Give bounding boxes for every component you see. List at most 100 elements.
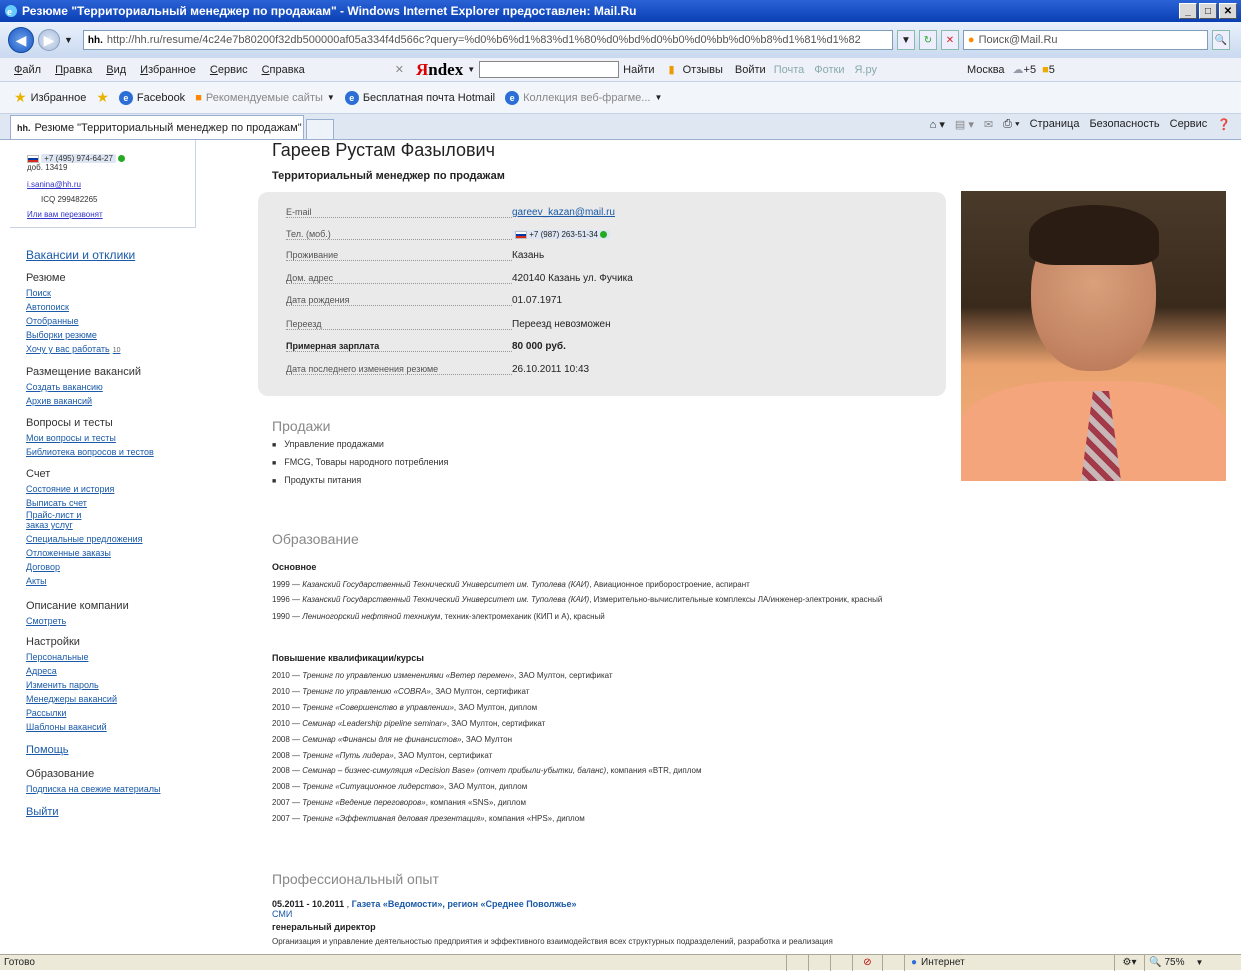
menu-help[interactable]: Справка xyxy=(262,64,305,76)
call-icon[interactable] xyxy=(600,231,608,239)
course-name: Тренинг по управлению изменениями «Ветер… xyxy=(302,671,515,680)
privacy-icon[interactable]: ⊘ xyxy=(852,954,882,971)
course-name: Тренинг «Совершенство в управлении» xyxy=(302,702,454,712)
city-label[interactable]: Москва xyxy=(967,64,1005,76)
nav-help: Помощь xyxy=(26,744,69,758)
nav-subscribe-link[interactable]: Подписка на свежие материалы xyxy=(26,782,160,796)
nav-personal-link[interactable]: Персональные xyxy=(26,650,117,664)
nav-search-link[interactable]: Поиск xyxy=(26,286,121,300)
nav-tests-library-link[interactable]: Библиотека вопросов и тестов xyxy=(26,445,154,459)
manager-icq: ICQ 299482265 xyxy=(41,195,98,204)
menu-tools[interactable]: Сервис xyxy=(210,64,248,76)
add-favorites-button[interactable]: ★ xyxy=(96,89,109,106)
nav-invoice-link[interactable]: Выписать счет xyxy=(26,496,143,510)
close-toolbar-icon[interactable]: ✕ xyxy=(395,63,404,76)
favorites-bar: ★ Избранное ★ e Facebook ■ Рекомендуемые са… xyxy=(0,82,1241,114)
manager-email-link[interactable]: i.sanina@hh.ru xyxy=(27,180,81,189)
menu-edit[interactable]: Правка xyxy=(55,64,92,76)
back-button[interactable]: ◀ xyxy=(8,27,34,53)
minimize-button[interactable]: _ xyxy=(1179,3,1197,19)
search-input[interactable]: ● Поиск@Mail.Ru xyxy=(962,30,1208,50)
dropdown-icon: ▼ xyxy=(654,93,663,102)
nav-managers-link[interactable]: Менеджеры вакансий xyxy=(26,692,117,706)
edu-year: 1999 — xyxy=(272,580,303,589)
nav-special-offers-link[interactable]: Специальные предложения xyxy=(26,532,143,546)
email-link[interactable]: gareev_kazan@mail.ru xyxy=(512,207,615,218)
nav-deferred-link[interactable]: Отложенные заказы xyxy=(26,546,143,560)
nav-password-link[interactable]: Изменить пароль xyxy=(26,678,117,692)
forward-button[interactable]: ▶ xyxy=(38,29,60,51)
fav-facebook[interactable]: e Facebook xyxy=(118,90,185,105)
callback-link[interactable]: Или вам перезвонят xyxy=(27,210,103,219)
fav-hotmail[interactable]: e Бесплатная почта Hotmail xyxy=(344,90,495,105)
nav-templates-link[interactable]: Шаблоны вакансий xyxy=(26,720,117,734)
command-bar: ⌂ ▾ ▤ ▾ ✉ ⎙ ▾ Страница Безопасность Серв… xyxy=(930,118,1231,131)
nav-order-link[interactable]: заказ услуг xyxy=(26,520,143,530)
fav-recommended[interactable]: ■ Рекомендуемые сайты ▼ xyxy=(195,92,335,104)
zoom-control[interactable]: 🔍 75% ▼ xyxy=(1144,954,1241,971)
tab-resume[interactable]: hh. Резюме "Территориальный менеджер по … xyxy=(10,115,304,139)
ie-page-icon: e xyxy=(344,90,359,105)
course-year: 2008 — xyxy=(272,766,303,776)
menu-view[interactable]: Вид xyxy=(106,64,126,76)
yaru-button[interactable]: Я.ру xyxy=(854,64,877,76)
menu-file[interactable]: Файл xyxy=(14,64,41,76)
address-dropdown-button[interactable]: ▼ xyxy=(896,30,915,50)
print-icon[interactable]: ⎙ ▾ xyxy=(1003,118,1019,131)
nav-resume-sets-link[interactable]: Выборки резюме xyxy=(26,328,121,342)
yandex-find-button[interactable]: Найти xyxy=(623,64,654,76)
refresh-button[interactable]: ↻ xyxy=(918,30,937,50)
call-icon[interactable] xyxy=(118,155,126,163)
reviews-button[interactable]: Отзывы xyxy=(683,64,723,76)
history-dropdown-icon[interactable]: ▼ xyxy=(64,35,73,45)
vacancies-link[interactable]: Вакансии и отклики xyxy=(26,248,135,262)
nav-mailings-link[interactable]: Рассылки xyxy=(26,706,117,720)
nav-view-company-link[interactable]: Смотреть xyxy=(26,614,129,628)
yandex-dropdown-icon[interactable]: ▼ xyxy=(467,65,475,74)
feeds-icon[interactable]: ▤ ▾ xyxy=(955,118,974,131)
star-icon: ★ xyxy=(14,89,27,105)
info-row-updated: Дата последнего изменения резюме 26.10.20… xyxy=(286,364,936,375)
fav-webslices[interactable]: e Коллекция веб-фрагме... ▼ xyxy=(505,90,663,105)
maximize-button[interactable]: □ xyxy=(1199,3,1217,19)
mail-button[interactable]: Почта xyxy=(774,64,805,76)
nav-education-section: Образование Подписка на свежие материалы xyxy=(26,768,160,796)
info-row-phone: Тел. (моб.) +7 (987) 263-51-34 xyxy=(286,229,936,240)
help-icon[interactable]: ❓ xyxy=(1217,118,1231,131)
favorites-button[interactable]: ★ Избранное xyxy=(14,89,86,106)
nav-contract-link[interactable]: Договор xyxy=(26,560,143,574)
login-button[interactable]: Войти xyxy=(735,64,766,76)
info-value: 26.10.2011 10:43 xyxy=(512,364,590,375)
service-menu[interactable]: Сервис xyxy=(1170,118,1208,131)
nav-my-tests-link[interactable]: Мои вопросы и тесты xyxy=(26,431,154,445)
page-menu[interactable]: Страница xyxy=(1030,118,1080,131)
nav-selected-link[interactable]: Отобранные xyxy=(26,314,121,328)
experience-company-link[interactable]: Газета «Ведомости», регион «Среднее Пово… xyxy=(352,899,577,909)
nav-autosearch-link[interactable]: Автопоиск xyxy=(26,300,121,314)
home-icon[interactable]: ⌂ ▾ xyxy=(930,118,945,131)
protected-mode-icon[interactable]: ⚙▾ xyxy=(1114,954,1144,971)
nav-addresses-link[interactable]: Адреса xyxy=(26,664,117,678)
nav-account-state-link[interactable]: Состояние и история xyxy=(26,482,143,496)
stop-button[interactable]: ✕ xyxy=(940,30,959,50)
yandex-search-input[interactable] xyxy=(479,61,620,78)
address-input[interactable]: hh. http://hh.ru/resume/4c24e7b80200f32d… xyxy=(82,30,893,50)
tab-favicon: hh. xyxy=(17,122,31,133)
nav-create-vacancy-link[interactable]: Создать вакансию xyxy=(26,380,141,394)
menu-favorites[interactable]: Избранное xyxy=(140,64,196,76)
education-section-title: Образование xyxy=(272,531,359,547)
security-menu[interactable]: Безопасность xyxy=(1089,118,1159,131)
nav-want-work-link[interactable]: Хочу у вас работать 10 xyxy=(26,342,121,358)
close-button[interactable]: ✕ xyxy=(1219,3,1237,19)
mailru-search-icon: ● xyxy=(967,34,975,46)
help-link[interactable]: Помощь xyxy=(26,744,69,756)
suggested-sites-icon: ■ xyxy=(195,91,202,104)
nav-pricelist-link[interactable]: Прайс-лист и xyxy=(26,510,143,520)
logout-link[interactable]: Выйти xyxy=(26,806,59,818)
nav-acts-link[interactable]: Акты xyxy=(26,574,143,588)
new-tab-button[interactable] xyxy=(306,119,334,139)
search-button[interactable]: 🔍 xyxy=(1211,30,1230,50)
nav-archive-link[interactable]: Архив вакансий xyxy=(26,394,141,408)
photos-button[interactable]: Фотки xyxy=(814,64,844,76)
mail-icon[interactable]: ✉ xyxy=(984,118,993,131)
